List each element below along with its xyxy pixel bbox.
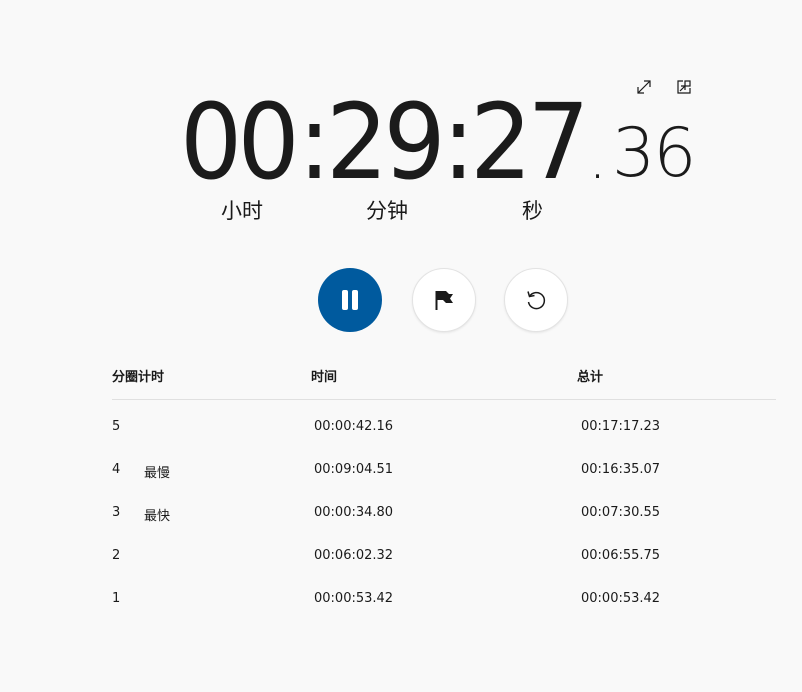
reset-icon: [527, 291, 546, 310]
lap-time: 00:00:34.80: [314, 505, 394, 520]
column-header-time: 时间: [311, 370, 338, 385]
flag-icon: [435, 291, 453, 310]
lap-row: 1 00:00:53.42 00:00:53.42: [112, 591, 776, 611]
lap-number: 4: [112, 462, 121, 477]
time-separator: :: [298, 81, 331, 203]
pause-button[interactable]: [318, 268, 382, 332]
lap-total: 00:00:53.42: [581, 591, 661, 606]
time-decimal-point: .: [588, 123, 608, 193]
lap-total: 00:16:35.07: [581, 462, 661, 477]
lap-button[interactable]: [412, 268, 476, 332]
elapsed-time-display: 00 : 29 : 27 . 36: [180, 82, 740, 202]
lap-tag-fastest: 最快: [144, 509, 171, 524]
lap-number: 2: [112, 548, 121, 563]
lap-number: 3: [112, 505, 121, 520]
lap-row: 5 00:00:42.16 00:17:17.23: [112, 419, 776, 439]
lap-number: 5: [112, 419, 121, 434]
lap-total: 00:06:55.75: [581, 548, 661, 563]
unit-label-seconds: 秒: [522, 199, 543, 223]
laps-table-header: 分圈计时 时间 总计: [112, 366, 776, 386]
time-minutes: 29: [326, 81, 446, 203]
unit-label-minutes: 分钟: [366, 199, 408, 223]
lap-number: 1: [112, 591, 121, 606]
lap-row: 2 00:06:02.32 00:06:55.75: [112, 548, 776, 568]
lap-total: 00:17:17.23: [581, 419, 661, 434]
lap-row: 3 最快 00:00:34.80 00:07:30.55: [112, 505, 776, 525]
lap-time: 00:00:53.42: [314, 591, 394, 606]
time-fraction: 36: [612, 114, 697, 193]
lap-total: 00:07:30.55: [581, 505, 661, 520]
lap-time: 00:00:42.16: [314, 419, 394, 434]
lap-row: 4 最慢 00:09:04.51 00:16:35.07: [112, 462, 776, 482]
laps-header-divider: [112, 399, 776, 400]
stopwatch-page: 00 : 29 : 27 . 36 小时 分钟 秒 分圈计时 时间 总计 5 0…: [0, 0, 802, 692]
time-hours: 00: [180, 81, 300, 203]
lap-time: 00:06:02.32: [314, 548, 394, 563]
column-header-total: 总计: [577, 370, 604, 385]
reset-button[interactable]: [504, 268, 568, 332]
lap-tag-slowest: 最慢: [144, 466, 171, 481]
column-header-lap: 分圈计时: [112, 370, 165, 385]
lap-time: 00:09:04.51: [314, 462, 394, 477]
time-separator: :: [442, 81, 475, 203]
unit-label-hours: 小时: [221, 199, 263, 223]
pause-icon: [342, 290, 358, 310]
time-seconds: 27: [470, 81, 590, 203]
